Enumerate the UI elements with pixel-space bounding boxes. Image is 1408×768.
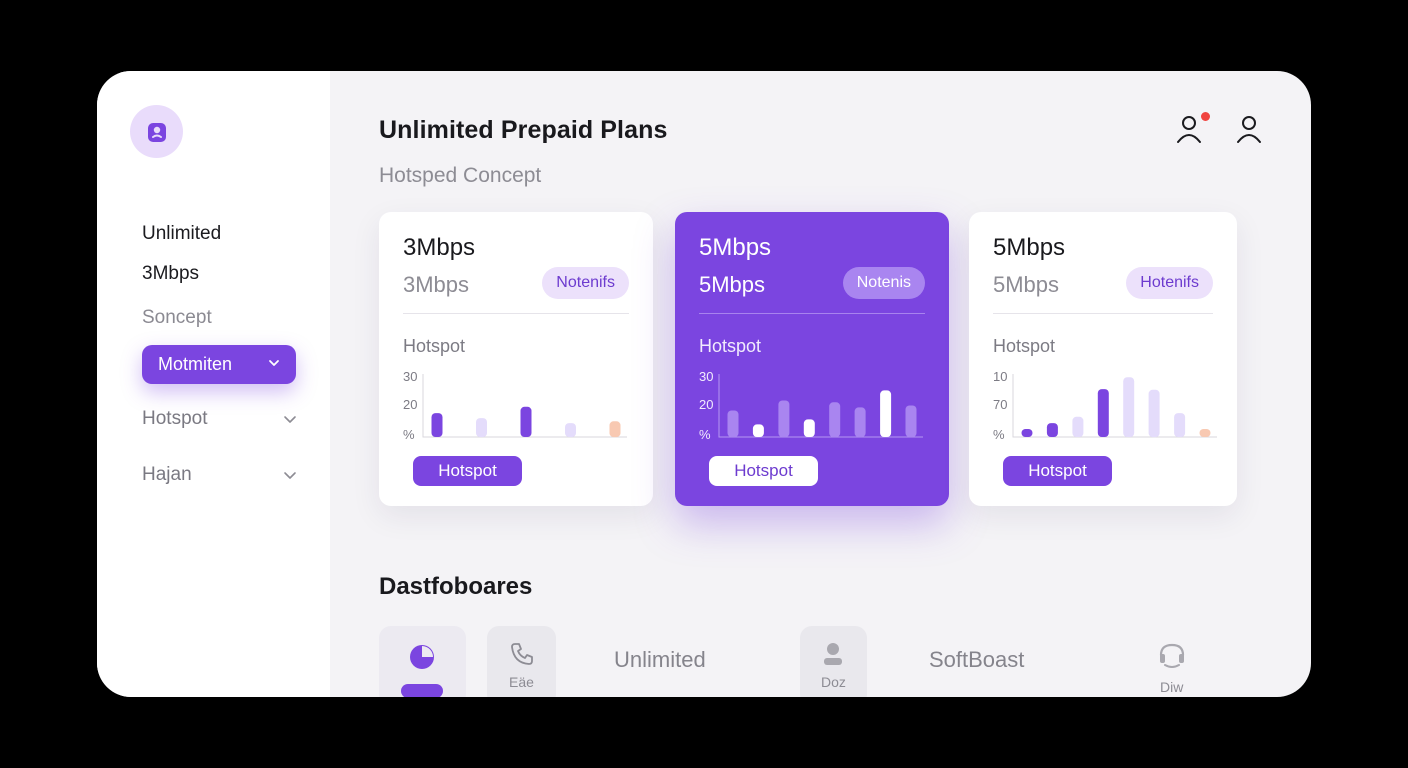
chevron-down-icon [284,416,296,423]
chart-bar [1174,413,1186,437]
sidebar-item-3mbps[interactable]: 3Mbps [142,263,199,285]
dashboard-tile-phone[interactable]: Eäe [487,626,556,697]
divider [403,313,629,314]
plan-badge[interactable]: Hotenifs [1126,267,1213,299]
sidebar-dropdown-hotspot[interactable]: Hotspot [142,408,297,430]
user-icon[interactable] [1235,114,1263,144]
chevron-down-icon [284,472,296,479]
chart-bar [880,390,892,437]
chart-bar [1199,429,1211,437]
bar-chart [718,374,923,438]
chart-axis [718,374,923,438]
page-title: Unlimited Prepaid Plans [379,116,668,144]
chart-bar [476,418,487,437]
dashboard-label-diw: Diw [1160,679,1184,695]
plan-card-active[interactable]: 5Mbps 5Mbps Notenis Hotspot 30 20 % Hots… [675,212,949,506]
hotspot-button[interactable]: Hotspot [413,456,522,486]
person-icon [824,643,842,665]
chart-bar [1021,429,1033,437]
chart-bar [829,402,841,437]
hotspot-button[interactable]: Hotspot [1003,456,1112,486]
chart-bar [1046,423,1058,437]
sidebar-selected-dropdown[interactable]: Motmiten [142,345,296,384]
chart-bar [609,421,621,438]
main-content: Unlimited Prepaid Plans Hotsped Concept … [330,71,1311,697]
dashboard-tile-label: Doz [821,674,846,690]
pie-icon [410,645,434,669]
chart-bar [1097,389,1109,437]
chart-bar [803,419,815,437]
plan-subtitle: 3Mbps [403,272,470,297]
chart-bar [752,424,764,437]
plan-title: 3Mbps [403,234,476,261]
chart-axis [1012,374,1217,438]
chart-bar [727,410,739,437]
user-icon[interactable] [1176,114,1204,144]
section-title: Dastfoboares [379,573,533,600]
dashboard-tile-chart[interactable] [379,626,466,697]
headset-icon[interactable] [1157,641,1187,669]
dashboard-tile-label: Eäe [509,674,534,690]
progress-pill [401,684,443,697]
sidebar-item-unlimited[interactable]: Unlimited [142,223,221,245]
chart-bar [905,405,917,437]
sidebar: Unlimited 3Mbps Soncept Motmiten Hotspot… [97,71,330,697]
plan-section-label: Hotspot [403,336,466,356]
chart-bar [854,407,866,437]
chart-bar [565,423,576,437]
page-subtitle: Hotsped Concept [379,164,542,187]
sidebar-dropdown-label: Hotspot [142,408,208,429]
divider [993,313,1213,314]
chevron-down-icon [269,360,279,366]
plan-badge[interactable]: Notenifs [542,267,629,299]
hotspot-button[interactable]: Hotspot [709,456,818,486]
chart-bar [520,406,532,437]
plan-badge[interactable]: Notenis [842,267,925,299]
bar-chart [1012,374,1217,438]
notification-dot [1201,112,1210,121]
sidebar-selected-label: Motmiten [158,354,233,374]
plan-title: 5Mbps [699,234,772,261]
sidebar-item-soncept[interactable]: Soncept [142,307,212,329]
plan-card[interactable]: 3Mbps 3Mbps Notenifs Hotspot 30 20 % Hot… [379,212,653,506]
sidebar-dropdown-label: Hajan [142,464,192,485]
divider [699,313,925,314]
plan-section-label: Hotspot [993,336,1056,356]
phone-icon [511,643,533,665]
app-window: Unlimited 3Mbps Soncept Motmiten Hotspot… [97,71,1311,697]
sidebar-dropdown-hajan[interactable]: Hajan [142,464,297,486]
plan-section-label: Hotspot [699,336,762,356]
dashboard-tile-person[interactable]: Doz [800,626,867,697]
app-logo[interactable] [130,105,183,158]
lock-logo-icon [147,122,166,142]
chart-bar [1148,389,1160,438]
chart-bar [778,400,790,437]
plan-title: 5Mbps [993,234,1066,261]
chart-bar [1072,416,1084,437]
plan-subtitle: 5Mbps [993,272,1060,297]
dashboard-label-softboast[interactable]: SoftBoast [929,647,1024,673]
plan-subtitle: 5Mbps [699,272,766,297]
chart-bar [1123,377,1135,437]
plan-card[interactable]: 5Mbps 5Mbps Hotenifs Hotspot 10 70 % Hot… [969,212,1237,506]
bar-chart [422,374,627,438]
dashboard-label-unlimited[interactable]: Unlimited [614,647,706,673]
chart-bar [431,413,443,437]
